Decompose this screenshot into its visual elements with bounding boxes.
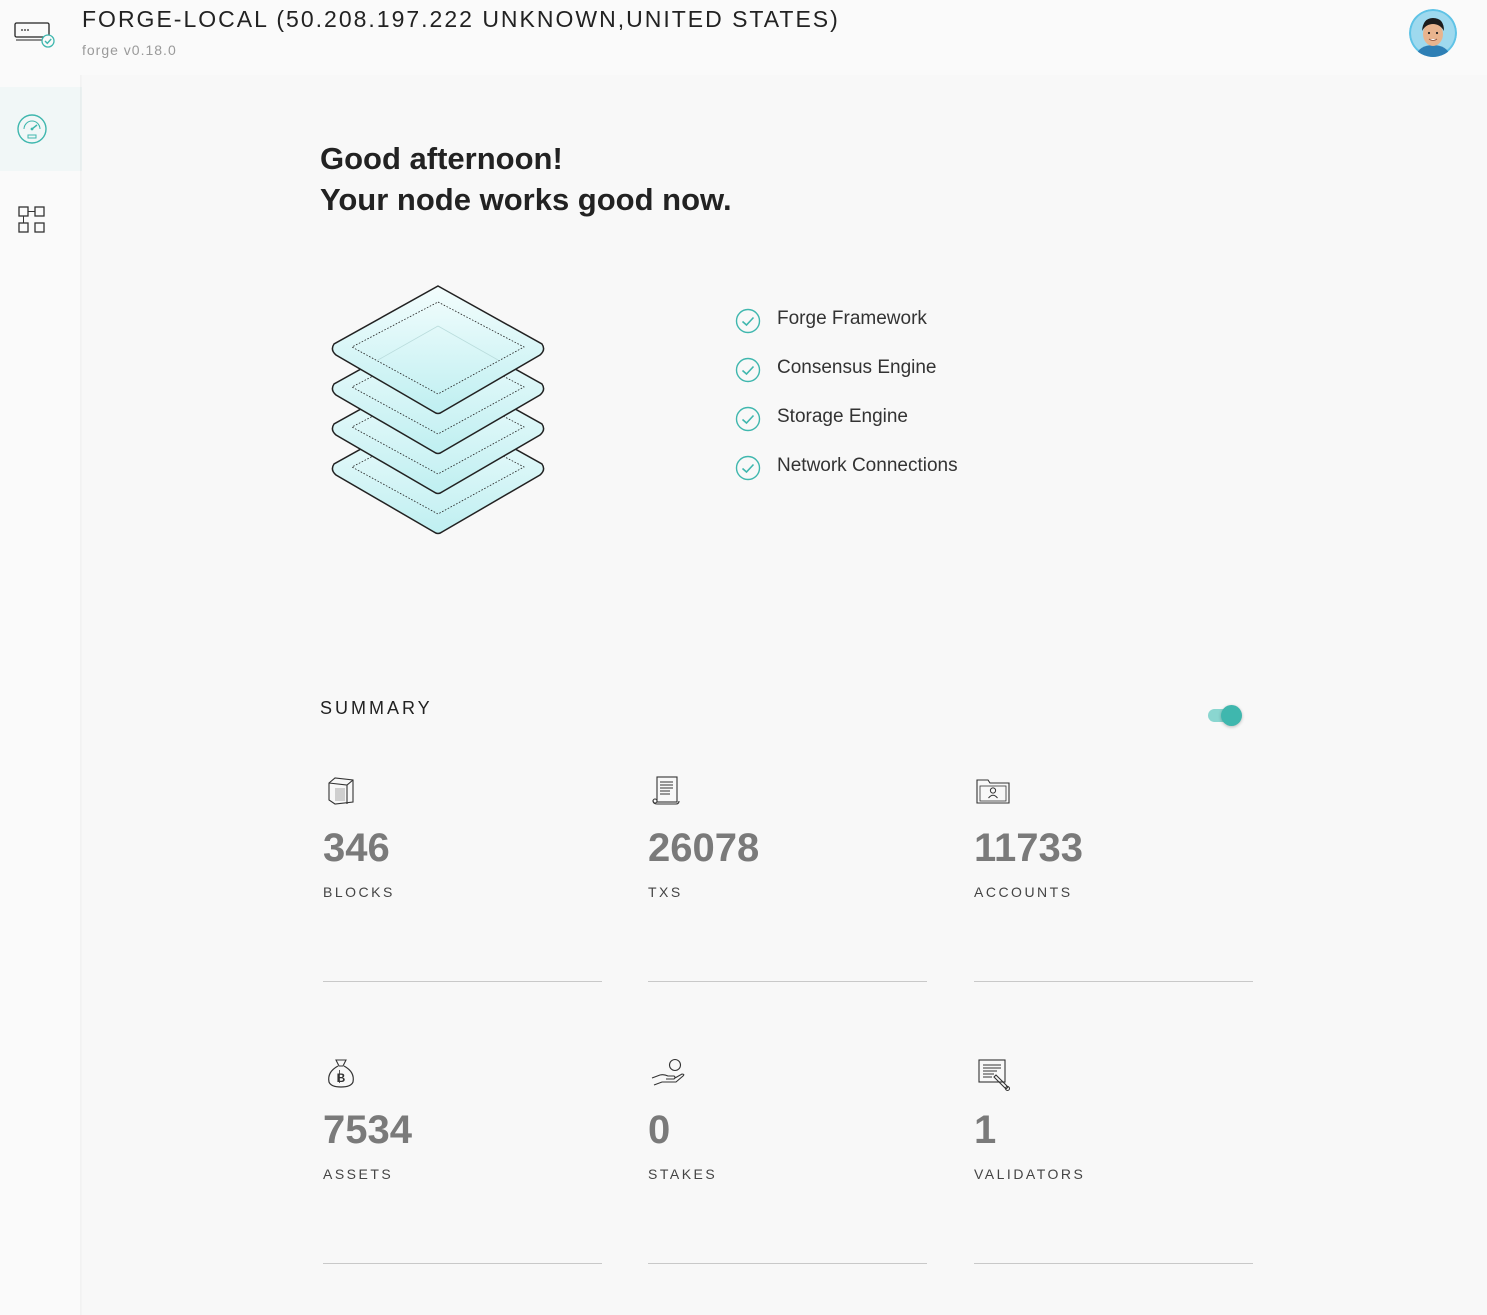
summary-toggle[interactable] — [1207, 705, 1243, 727]
stat-validators: 1 VALIDATORS — [974, 1058, 1254, 1268]
stat-value: 1 — [974, 1108, 997, 1152]
check-item-forge-framework: Forge Framework — [735, 305, 958, 354]
check-label: Storage Engine — [777, 406, 908, 427]
check-item-storage-engine: Storage Engine — [735, 403, 958, 452]
stat-divider — [648, 1263, 927, 1264]
stat-value: 7534 — [323, 1108, 412, 1152]
greeting-line-2: Your node works good now. — [320, 182, 732, 217]
node-stack-illustration — [331, 285, 545, 535]
stat-txs: 26078 TXS — [648, 776, 928, 986]
check-label: Network Connections — [777, 455, 958, 476]
user-avatar[interactable] — [1409, 9, 1457, 57]
check-item-network-connections: Network Connections — [735, 452, 958, 501]
check-circle-icon — [735, 455, 761, 481]
summary-heading: SUMMARY — [320, 698, 433, 718]
check-circle-icon — [735, 308, 761, 334]
stat-divider — [974, 1263, 1253, 1264]
account-folder-icon — [976, 779, 1010, 804]
check-label: Consensus Engine — [777, 357, 937, 378]
greeting: Good afternoon! Your node works good now… — [320, 138, 732, 220]
stat-value: 26078 — [648, 826, 760, 870]
validator-document-icon — [978, 1059, 1010, 1091]
stat-value: 346 — [323, 826, 390, 870]
stat-label: VALIDATORS — [974, 1166, 1086, 1182]
hand-coin-icon — [651, 1058, 685, 1086]
check-label: Forge Framework — [777, 308, 927, 329]
sidebar-item-dashboard[interactable] — [0, 87, 82, 171]
stat-divider — [323, 1263, 602, 1264]
node-status-icon — [14, 22, 55, 48]
stat-stakes: 0 STAKES — [648, 1058, 928, 1268]
block-cube-icon — [328, 777, 354, 805]
stat-label: STAKES — [648, 1166, 718, 1182]
check-circle-icon — [735, 357, 761, 383]
check-item-consensus-engine: Consensus Engine — [735, 354, 958, 403]
stat-divider — [323, 981, 602, 982]
stat-value: 11733 — [974, 826, 1084, 870]
grid-icon — [18, 206, 45, 233]
receipt-scroll-icon — [652, 776, 680, 805]
check-circle-icon — [735, 406, 761, 432]
stat-label: ASSETS — [323, 1166, 394, 1182]
stat-value: 0 — [648, 1108, 671, 1152]
stat-divider — [974, 981, 1253, 982]
stat-label: TXS — [648, 884, 683, 900]
node-title: FORGE-LOCAL (50.208.197.222 UNKNOWN,UNIT… — [82, 6, 840, 32]
stat-accounts: 11733 ACCOUNTS — [974, 776, 1254, 986]
sidebar — [0, 75, 82, 1315]
svg-text:B: B — [337, 1071, 346, 1085]
avatar-image — [1409, 9, 1457, 57]
stat-divider — [648, 981, 927, 982]
stat-blocks: 346 BLOCKS — [323, 776, 603, 986]
version-label: forge v0.18.0 — [82, 42, 177, 58]
greeting-line-1: Good afternoon! — [320, 141, 563, 176]
stat-assets: B 7534 ASSETS — [323, 1058, 603, 1268]
money-bag-icon: B — [328, 1059, 354, 1088]
service-checklist: Forge Framework Consensus Engine Storage… — [735, 305, 958, 501]
speedometer-icon — [17, 114, 47, 144]
sidebar-item-apps[interactable] — [0, 178, 82, 262]
top-header: FORGE-LOCAL (50.208.197.222 UNKNOWN,UNIT… — [0, 0, 1487, 75]
stat-label: ACCOUNTS — [974, 884, 1073, 900]
stat-label: BLOCKS — [323, 884, 395, 900]
toggle-knob — [1221, 705, 1242, 726]
